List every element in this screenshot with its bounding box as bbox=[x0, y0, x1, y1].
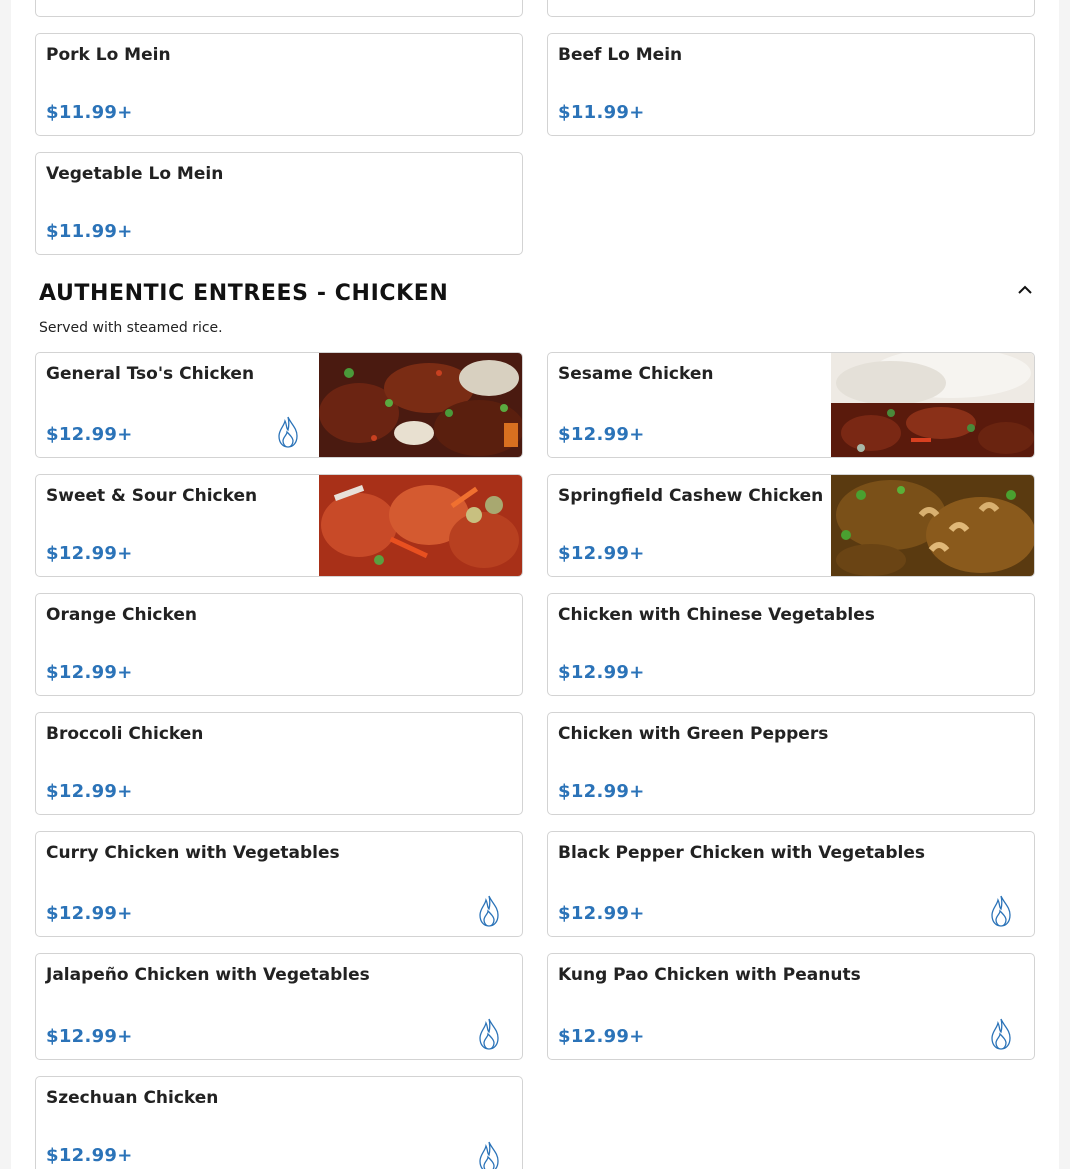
item-price: $12.99+ bbox=[46, 1145, 133, 1166]
item-price: $12.99+ bbox=[46, 903, 133, 924]
menu-item-card[interactable]: Szechuan Chicken $12.99+ bbox=[35, 1076, 523, 1169]
item-name: Szechuan Chicken bbox=[46, 1088, 219, 1108]
item-name: Chicken with Green Peppers bbox=[558, 724, 829, 744]
menu-item-card[interactable]: Curry Chicken with Vegetables $12.99+ bbox=[35, 831, 523, 937]
item-name: Kung Pao Chicken with Peanuts bbox=[558, 965, 861, 985]
menu-item-card[interactable]: Springfield Cashew Chicken $12.99+ bbox=[547, 474, 1035, 577]
item-name: Chicken with Chinese Vegetables bbox=[558, 605, 875, 625]
item-price: $12.99+ bbox=[46, 781, 133, 802]
menu-page: Pork Lo Mein $11.99+ Beef Lo Mein $11.99… bbox=[11, 0, 1059, 1169]
item-price: $12.99+ bbox=[558, 543, 645, 564]
item-price: $12.99+ bbox=[558, 662, 645, 683]
flame-icon bbox=[476, 1140, 502, 1169]
item-name: Pork Lo Mein bbox=[46, 45, 171, 65]
section-description: Served with steamed rice. bbox=[39, 320, 223, 336]
flame-icon bbox=[988, 894, 1014, 928]
item-price: $12.99+ bbox=[46, 1026, 133, 1047]
menu-item-card[interactable]: Jalapeño Chicken with Vegetables $12.99+ bbox=[35, 953, 523, 1060]
sesame-chicken-photo bbox=[831, 353, 1034, 457]
item-name: Vegetable Lo Mein bbox=[46, 164, 224, 184]
menu-item-card-partial[interactable] bbox=[35, 0, 523, 17]
flame-icon bbox=[476, 894, 502, 928]
item-name: Beef Lo Mein bbox=[558, 45, 683, 65]
item-name: Broccoli Chicken bbox=[46, 724, 204, 744]
menu-item-card[interactable]: Chicken with Chinese Vegetables $12.99+ bbox=[547, 593, 1035, 696]
menu-item-card[interactable]: Beef Lo Mein $11.99+ bbox=[547, 33, 1035, 136]
item-name: Springfield Cashew Chicken bbox=[558, 486, 824, 506]
item-name: Curry Chicken with Vegetables bbox=[46, 843, 340, 863]
item-name: Black Pepper Chicken with Vegetables bbox=[558, 843, 925, 863]
menu-item-card[interactable]: General Tso's Chicken $12.99+ bbox=[35, 352, 523, 458]
item-price: $11.99+ bbox=[46, 221, 133, 242]
menu-item-card[interactable]: Broccoli Chicken $12.99+ bbox=[35, 712, 523, 815]
chevron-up-icon[interactable] bbox=[1013, 278, 1037, 302]
menu-item-card[interactable]: Black Pepper Chicken with Vegetables $12… bbox=[547, 831, 1035, 937]
item-price: $12.99+ bbox=[46, 543, 133, 564]
item-price: $12.99+ bbox=[558, 781, 645, 802]
item-name: Sweet & Sour Chicken bbox=[46, 486, 258, 506]
section-title: AUTHENTIC ENTREES - CHICKEN bbox=[39, 281, 449, 306]
item-name: Jalapeño Chicken with Vegetables bbox=[46, 965, 370, 985]
menu-item-card[interactable]: Sesame Chicken $12.99+ bbox=[547, 352, 1035, 458]
flame-icon bbox=[476, 1017, 502, 1051]
item-name: Sesame Chicken bbox=[558, 364, 714, 384]
item-name: Orange Chicken bbox=[46, 605, 197, 625]
flame-icon bbox=[275, 415, 301, 449]
menu-item-card[interactable]: Sweet & Sour Chicken $12.99+ bbox=[35, 474, 523, 577]
menu-item-card[interactable]: Chicken with Green Peppers $12.99+ bbox=[547, 712, 1035, 815]
menu-item-card[interactable]: Kung Pao Chicken with Peanuts $12.99+ bbox=[547, 953, 1035, 1060]
item-price: $11.99+ bbox=[558, 102, 645, 123]
menu-item-card[interactable]: Vegetable Lo Mein $11.99+ bbox=[35, 152, 523, 255]
menu-item-card-partial[interactable] bbox=[547, 0, 1035, 17]
item-price: $12.99+ bbox=[46, 424, 133, 445]
flame-icon bbox=[988, 1017, 1014, 1051]
general-tso-chicken-photo bbox=[319, 353, 522, 457]
item-price: $12.99+ bbox=[558, 424, 645, 445]
item-price: $12.99+ bbox=[558, 903, 645, 924]
menu-item-card[interactable]: Pork Lo Mein $11.99+ bbox=[35, 33, 523, 136]
sweet-sour-chicken-photo bbox=[319, 475, 522, 576]
item-name: General Tso's Chicken bbox=[46, 364, 255, 384]
item-price: $12.99+ bbox=[46, 662, 133, 683]
item-price: $11.99+ bbox=[46, 102, 133, 123]
cashew-chicken-photo bbox=[831, 475, 1034, 576]
menu-item-card[interactable]: Orange Chicken $12.99+ bbox=[35, 593, 523, 696]
item-price: $12.99+ bbox=[558, 1026, 645, 1047]
